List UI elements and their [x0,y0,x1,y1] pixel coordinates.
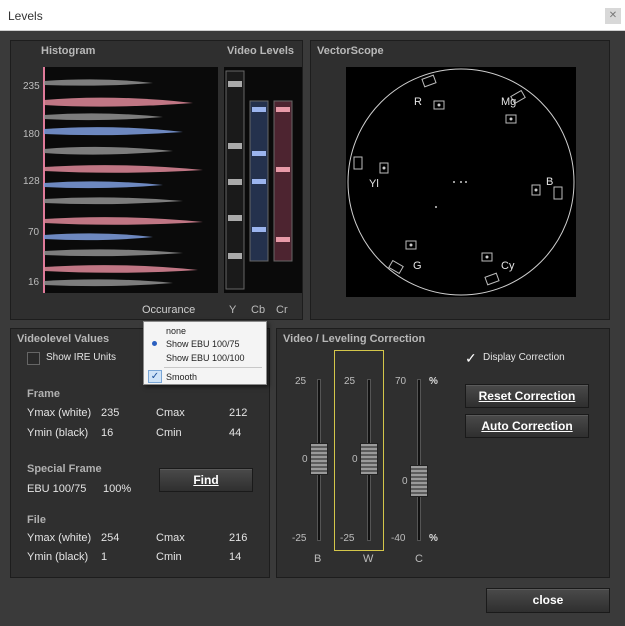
histogram-title: Histogram [41,45,96,57]
show-ire-checkbox[interactable] [27,352,40,365]
close-window-icon[interactable]: ✕ [605,8,621,24]
special-frame-name: EBU 100/75 [27,483,87,495]
histogram-plot [43,67,218,293]
slider-w-top: 25 [344,376,356,387]
correction-panel: Video / Leveling Correction 25 0 -25 B 2… [276,328,610,578]
show-ire-label: Show IRE Units [46,352,117,363]
slider-b-label: B [314,553,322,565]
channel-cr-label: Cr [276,304,288,316]
menu-separator [164,367,262,368]
slider-w-bottom: -25 [340,533,355,544]
slider-b-thumb[interactable] [310,443,328,475]
frame-title: Frame [27,388,61,400]
occurance-menu: none Show EBU 100/75 Show EBU 100/100 ✓ … [143,321,267,385]
file-cmax-label: Cmax [156,532,185,544]
y-tick-128: 128 [23,176,40,187]
display-correction-label: Display Correction [483,352,565,363]
frame-ymin-label: Ymin (black) [27,427,89,439]
video-levels-strips [224,67,302,293]
frame-cmin-label: Cmin [156,427,182,439]
percent-bottom: % [429,533,438,544]
file-title: File [27,514,46,526]
vs-label-yl: Yl [369,178,379,190]
videolevel-title: Videolevel Values [17,333,110,345]
correction-title: Video / Leveling Correction [283,333,426,345]
frame-ymax-label: Ymax (white) [27,407,92,419]
file-ymax-label: Ymax (white) [27,532,92,544]
slider-c-top: 70 [395,376,407,387]
auto-correction-button[interactable]: Auto Correction [465,414,589,438]
bullet-icon [152,341,157,346]
special-frame-title: Special Frame [27,463,102,475]
vs-label-cy: Cy [501,260,515,272]
frame-cmin-value: 44 [229,427,242,439]
window-title: Levels [8,9,43,23]
check-icon: ✓ [148,370,162,383]
vs-label-b: B [546,176,554,188]
slider-b-mid: 0 [302,454,308,465]
slider-c-label: C [415,553,423,565]
frame-ymin-value: 16 [101,427,114,439]
channel-y-label: Y [229,304,237,316]
slider-b-bottom: -25 [292,533,307,544]
slider-c-bottom: -40 [391,533,406,544]
y-tick-180: 180 [23,129,40,140]
find-button[interactable]: Find [159,468,253,492]
channel-cb-label: Cb [251,304,266,316]
vectorscope-plot [346,67,576,297]
file-cmin-value: 14 [229,551,242,563]
reset-correction-button[interactable]: Reset Correction [465,384,589,408]
frame-cmax-value: 212 [229,407,248,419]
slider-w-label: W [363,553,374,565]
vectorscope-title: VectorScope [317,45,384,57]
display-correction-checkbox[interactable]: ✓ [465,351,479,365]
histogram-panel: Histogram Video Levels 235 180 128 70 16 [10,40,303,320]
vectorscope-panel: VectorScope R Mg Yl B G Cy [310,40,610,320]
video-levels-title: Video Levels [227,45,295,57]
file-ymin-value: 1 [101,551,108,563]
file-ymin-label: Ymin (black) [27,551,89,563]
vs-label-mg: Mg [501,96,517,108]
menu-item-ebu-100-75[interactable]: Show EBU 100/75 [166,339,240,349]
slider-c-track[interactable] [417,379,421,541]
file-cmin-label: Cmin [156,551,182,563]
file-cmax-value: 216 [229,532,248,544]
frame-ymax-value: 235 [101,407,120,419]
menu-item-none[interactable]: none [166,326,186,336]
slider-c-thumb[interactable] [410,465,428,497]
vs-label-g: G [413,260,422,272]
menu-item-ebu-100-100[interactable]: Show EBU 100/100 [166,353,245,363]
frame-cmax-label: Cmax [156,407,185,419]
slider-b-top: 25 [295,376,307,387]
title-bar: Levels ✕ [0,0,625,31]
slider-w-mid: 0 [352,454,358,465]
slider-w-thumb[interactable] [360,443,378,475]
y-tick-235: 235 [23,81,40,92]
close-button[interactable]: close [486,588,610,613]
special-frame-pct: 100% [103,483,132,495]
vs-label-r: R [414,96,422,108]
menu-item-smooth[interactable]: Smooth [166,372,197,382]
y-tick-70: 70 [28,227,40,238]
occurance-label[interactable]: Occurance [142,304,195,316]
y-tick-16: 16 [28,277,40,288]
slider-c-mid: 0 [402,476,408,487]
percent-top: % [429,376,438,387]
file-ymax-value: 254 [101,532,120,544]
